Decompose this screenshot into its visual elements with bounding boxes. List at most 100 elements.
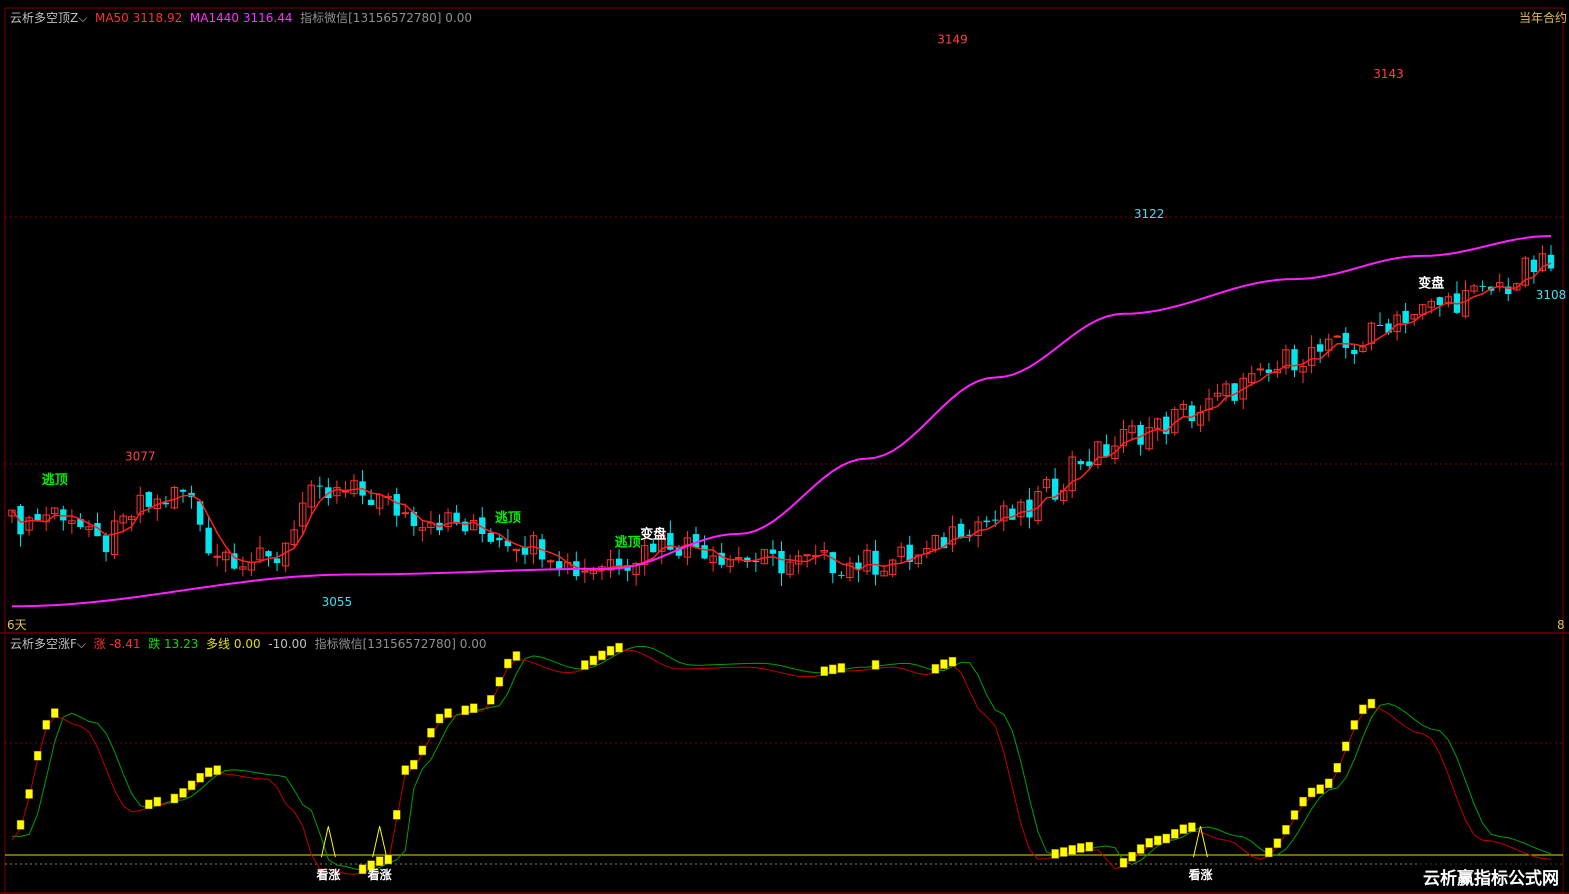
osc-yellow-block — [1299, 796, 1307, 807]
osc-yellow-block — [196, 772, 204, 783]
indicator-name-top[interactable]: 云析多空顶Z — [10, 11, 78, 25]
candle-body-down — [1103, 444, 1110, 457]
osc-yellow-block — [589, 655, 598, 666]
candle-body-down — [1402, 310, 1409, 324]
candle-body-up — [803, 554, 811, 557]
candle-body-down — [983, 520, 990, 523]
osc-yellow-block — [581, 660, 589, 670]
candle-body-down — [34, 514, 41, 521]
candle-body-up — [1333, 335, 1341, 338]
price-annotation: 逃顶 — [495, 510, 521, 526]
candle-body-down — [1342, 332, 1349, 348]
osc-yellow-block — [615, 642, 623, 653]
candle-body-down — [838, 574, 845, 576]
candle-body-down — [145, 492, 152, 507]
candle-body-down — [1009, 508, 1016, 520]
ma50-value: 3118.92 — [132, 11, 183, 25]
candle-body-down — [992, 519, 999, 521]
osc-yellow-block — [1307, 787, 1316, 798]
price-annotation: 3108 — [1536, 288, 1567, 302]
osc-yellow-block — [504, 658, 512, 669]
down-label: 跌 — [148, 637, 161, 651]
osc-yellow-block — [606, 646, 615, 656]
candle-body-down — [701, 545, 708, 559]
osc-green-line — [12, 645, 1552, 871]
down-value: 13.23 — [164, 637, 199, 651]
osc-yellow-block — [1136, 844, 1145, 854]
osc-yellow-block — [1290, 810, 1299, 820]
osc-yellow-block — [1068, 845, 1076, 855]
candle-body-down — [692, 534, 700, 548]
candle-body-down — [667, 533, 674, 550]
osc-yellow-block — [829, 664, 837, 675]
osc-red-line — [11, 649, 1552, 875]
osc-yellow-block — [837, 663, 846, 673]
price-annotation: 3143 — [1373, 67, 1404, 81]
osc-yellow-block — [1367, 698, 1376, 709]
osc-yellow-block — [871, 660, 880, 670]
osc-yellow-block — [25, 789, 33, 799]
candle-body-down — [102, 535, 110, 553]
osc-marker-label: 看涨 — [316, 867, 340, 882]
osc-yellow-block — [487, 695, 495, 705]
candle-body-down — [179, 489, 187, 492]
ma1440-label: MA1440 — [189, 11, 240, 25]
osc-yellow-block — [145, 799, 153, 810]
osc-yellow-block — [375, 856, 384, 866]
candle-body-down — [1188, 405, 1196, 422]
chevron-down-icon[interactable]: ⌵ — [77, 637, 86, 651]
axis-right-label: 8 — [1557, 618, 1565, 632]
osc-yellow-block — [444, 708, 452, 718]
candle-body-down — [1351, 350, 1358, 355]
osc-yellow-block — [204, 767, 213, 777]
osc-yellow-block — [187, 780, 196, 791]
osc-yellow-block — [1359, 704, 1367, 715]
osc-yellow-block — [1179, 824, 1188, 834]
candle-body-up — [1256, 368, 1264, 371]
osc-marker-label: 看涨 — [368, 867, 392, 882]
candle-body-down — [393, 494, 400, 516]
candle-body-down — [650, 543, 657, 553]
candle-body-down — [273, 558, 281, 563]
candle-body-down — [496, 537, 503, 541]
osc-yellow-block — [1350, 720, 1359, 730]
osc-yellow-block — [1188, 822, 1196, 832]
candle-body-down — [1026, 499, 1033, 518]
multi-label: 多线 — [206, 637, 231, 651]
osc-yellow-block — [1077, 843, 1085, 853]
indicator-name-bottom[interactable]: 云析多空涨F — [10, 637, 77, 651]
up-label: 涨 — [93, 637, 106, 651]
osc-yellow-block — [1145, 838, 1153, 848]
price-panel-frame — [0, 7, 1569, 634]
contract-label: 当年合约 — [1518, 11, 1567, 25]
candle-body-up — [581, 570, 589, 573]
candle-body-up — [401, 512, 410, 515]
candle-body-down — [769, 549, 777, 554]
osc-yellow-block — [358, 864, 367, 874]
price-annotation: 变盘 — [1418, 275, 1444, 291]
multi-value: 0.00 — [233, 637, 261, 651]
candle-body-down — [778, 551, 785, 574]
candle-body-down — [1530, 259, 1538, 272]
candle-body-down — [1077, 461, 1084, 465]
watermark: 云析赢指标公式网 — [1419, 863, 1563, 890]
oscillator-header: 云析多空涨F⌵ 涨 -8.41 跌 13.23 多线 0.00 -10.00 指… — [10, 635, 486, 652]
wechat-text-top: 指标微信[13156572780] 0.00 — [300, 11, 473, 25]
osc-yellow-block — [1119, 858, 1128, 868]
candle-body-down — [1316, 344, 1324, 352]
wechat-text-bottom: 指标微信[13156572780] 0.00 — [314, 637, 487, 651]
osc-yellow-block — [1051, 849, 1059, 859]
chevron-down-icon[interactable]: ⌵ — [78, 11, 87, 25]
osc-yellow-block — [1085, 841, 1094, 852]
neg-value: -10.00 — [268, 637, 307, 651]
osc-yellow-block — [42, 720, 50, 730]
osc-yellow-block — [435, 713, 444, 724]
price-annotation: 逃顶 — [615, 535, 641, 551]
osc-yellow-block — [461, 705, 469, 715]
candle-body-up — [546, 560, 555, 563]
osc-yellow-block — [1333, 762, 1341, 773]
candle-body-down — [367, 499, 375, 506]
candle-body-down — [829, 552, 836, 574]
candle-body-down — [265, 551, 272, 557]
osc-yellow-block — [418, 745, 427, 756]
